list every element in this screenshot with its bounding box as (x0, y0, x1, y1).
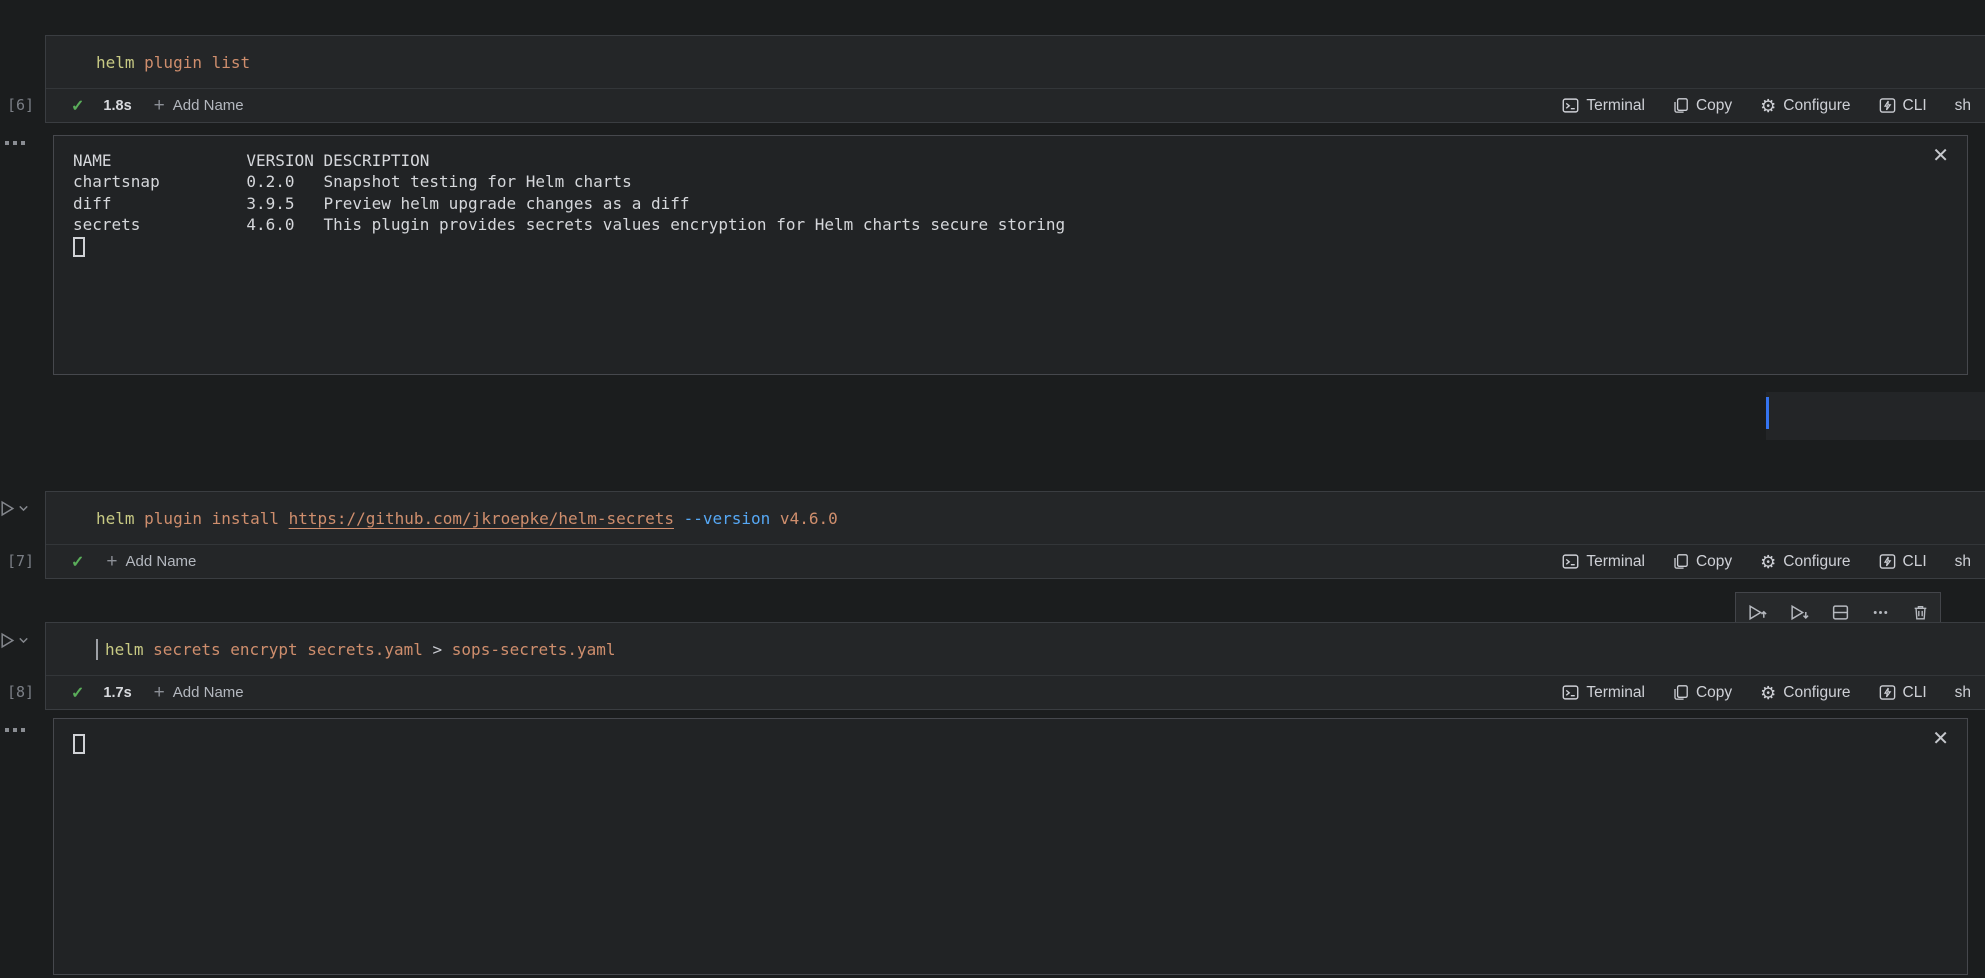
cell-toolbar: Terminal Copy ⚙ Configure CLI sh (1562, 684, 1971, 702)
cli-button[interactable]: CLI (1879, 553, 1927, 571)
command-editor[interactable]: helm plugin list (46, 36, 1985, 88)
terminal-button[interactable]: Terminal (1562, 684, 1645, 702)
cli-icon (1879, 684, 1896, 701)
command-value: v4.6.0 (770, 509, 837, 528)
code-cell-7: helm plugin install https://github.com/j… (45, 491, 1985, 579)
command-editor[interactable]: helm plugin install https://github.com/j… (46, 492, 1985, 544)
notebook-page: helm plugin list ✓ 1.8s + Add Name Termi… (0, 0, 1985, 978)
split-cell-button[interactable] (1831, 603, 1850, 622)
partial-cell-panel (1766, 392, 1985, 440)
terminal-button[interactable]: Terminal (1562, 97, 1645, 115)
run-all-above-button[interactable] (1747, 603, 1768, 622)
cell-status-row: ✓ 1.8s + Add Name Terminal Copy ⚙ Config… (46, 89, 1985, 122)
copy-icon (1673, 553, 1689, 570)
copy-button[interactable]: Copy (1673, 553, 1732, 571)
run-cell-handle[interactable] (0, 632, 29, 649)
plus-icon: + (154, 682, 165, 704)
terminal-output: NAME VERSION DESCRIPTIONchartsnap 0.2.0 … (73, 150, 1065, 262)
cell-execution-index: [7] (7, 552, 34, 570)
cell-execution-index: [8] (7, 683, 34, 701)
terminal-output (73, 733, 85, 759)
command-editor[interactable]: helm secrets encrypt secrets.yaml > sops… (46, 623, 1985, 675)
command-value: sops-secrets.yaml (442, 640, 615, 659)
gear-icon: ⚙ (1760, 554, 1776, 570)
success-check-icon: ✓ (71, 96, 84, 116)
copy-icon (1673, 97, 1689, 114)
close-output-button[interactable]: ✕ (1932, 729, 1949, 749)
gear-icon: ⚙ (1760, 98, 1776, 114)
redirect-operator: > (433, 640, 443, 659)
cell-toolbar: Terminal Copy ⚙ Configure CLI sh (1562, 553, 1971, 571)
cell-toolbar: Terminal Copy ⚙ Configure CLI sh (1562, 97, 1971, 115)
terminal-icon (1562, 97, 1579, 114)
configure-button[interactable]: ⚙ Configure (1760, 684, 1850, 702)
configure-button[interactable]: ⚙ Configure (1760, 97, 1850, 115)
run-icon (0, 500, 15, 517)
command-keyword: helm (96, 53, 135, 72)
add-name-button[interactable]: + Add Name (154, 95, 244, 117)
output-options-handle[interactable] (5, 728, 25, 732)
shell-type-selector[interactable]: sh (1955, 684, 1971, 702)
cli-button[interactable]: CLI (1879, 684, 1927, 702)
trash-icon (1911, 603, 1930, 622)
command-args: plugin install (135, 509, 289, 528)
command-keyword: helm (96, 509, 135, 528)
run-icon (0, 632, 15, 649)
command-url-link[interactable]: https://github.com/jkroepke/helm-secrets (289, 509, 674, 528)
gear-icon: ⚙ (1760, 685, 1776, 701)
command-flag: --version (674, 509, 770, 528)
success-check-icon: ✓ (71, 552, 84, 572)
cell-status-row: ✓ + Add Name Terminal Copy ⚙ Configure (46, 545, 1985, 578)
run-cell-handle[interactable] (0, 500, 29, 517)
close-output-button[interactable]: ✕ (1932, 146, 1949, 166)
chevron-down-icon (18, 632, 29, 649)
copy-button[interactable]: Copy (1673, 684, 1732, 702)
command-args: plugin list (135, 53, 251, 72)
text-caret (96, 639, 98, 660)
terminal-button[interactable]: Terminal (1562, 553, 1645, 571)
run-all-below-icon (1789, 603, 1810, 622)
delete-cell-button[interactable] (1911, 603, 1930, 622)
code-cell-8: helm secrets encrypt secrets.yaml > sops… (45, 622, 1985, 710)
cli-icon (1879, 553, 1896, 570)
terminal-cursor (73, 734, 85, 754)
more-options-button[interactable] (1871, 603, 1890, 622)
configure-button[interactable]: ⚙ Configure (1760, 553, 1850, 571)
plus-icon: + (154, 95, 165, 117)
code-cell-6: helm plugin list ✓ 1.8s + Add Name Termi… (45, 35, 1985, 123)
run-all-above-icon (1747, 603, 1768, 622)
output-options-handle[interactable] (5, 141, 25, 145)
command-args: secrets encrypt secrets.yaml (144, 640, 433, 659)
more-options-icon (1871, 603, 1890, 622)
cell-status-row: ✓ 1.7s + Add Name Terminal Copy ⚙ Config… (46, 676, 1985, 709)
command-keyword: helm (105, 640, 144, 659)
plus-icon: + (106, 551, 117, 573)
terminal-cursor (73, 237, 85, 257)
execution-duration: 1.8s (103, 98, 131, 114)
terminal-icon (1562, 684, 1579, 701)
focus-accent-bar (1766, 397, 1769, 429)
run-all-below-button[interactable] (1789, 603, 1810, 622)
cli-button[interactable]: CLI (1879, 97, 1927, 115)
execution-duration: 1.7s (103, 685, 131, 701)
cell-execution-index: [6] (7, 96, 34, 114)
shell-type-selector[interactable]: sh (1955, 97, 1971, 115)
split-cell-icon (1831, 603, 1850, 622)
add-name-button[interactable]: + Add Name (154, 682, 244, 704)
copy-button[interactable]: Copy (1673, 97, 1732, 115)
add-name-button[interactable]: + Add Name (106, 551, 196, 573)
cli-icon (1879, 97, 1896, 114)
chevron-down-icon (18, 500, 29, 517)
output-panel: ✕ (53, 718, 1968, 975)
output-panel: NAME VERSION DESCRIPTIONchartsnap 0.2.0 … (53, 135, 1968, 375)
copy-icon (1673, 684, 1689, 701)
success-check-icon: ✓ (71, 683, 84, 703)
terminal-icon (1562, 553, 1579, 570)
shell-type-selector[interactable]: sh (1955, 553, 1971, 571)
